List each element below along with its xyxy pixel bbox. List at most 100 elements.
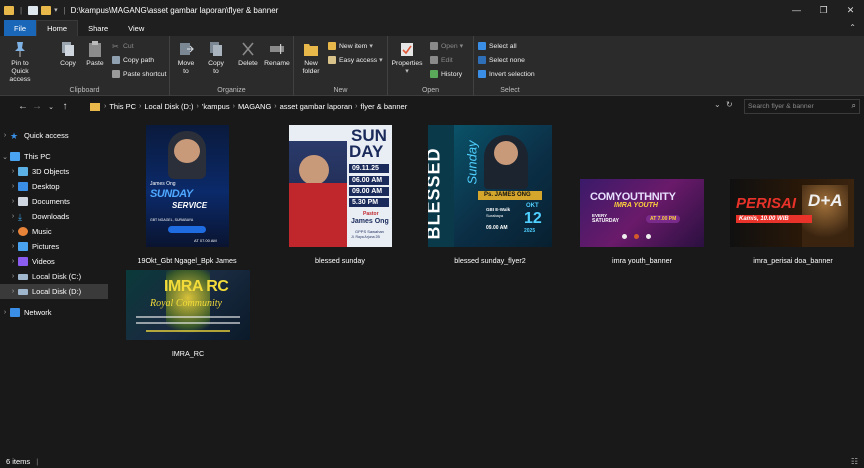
- nav-item-pictures[interactable]: › Pictures: [0, 239, 108, 254]
- forward-button[interactable]: →: [30, 101, 44, 112]
- nav-item-videos[interactable]: › Videos: [0, 254, 108, 269]
- breadcrumb-flyer-banner[interactable]: flyer & banner: [361, 102, 408, 111]
- search-placeholder: Search flyer & banner: [748, 103, 814, 110]
- easy-access-button[interactable]: Easy access ▾: [328, 56, 383, 64]
- thumbnail-19okt: James Ong SUNDAY SERVICE GBT NGAGEL, SUR…: [146, 125, 229, 247]
- close-button[interactable]: ✕: [837, 0, 864, 20]
- file-item[interactable]: IMRA RC Royal Community IMRA_RC: [110, 264, 260, 364]
- expand-chevron-icon[interactable]: ›: [8, 273, 18, 280]
- nav-item-desktop[interactable]: › Desktop: [0, 179, 108, 194]
- thumb-text-day: DAY: [349, 142, 384, 161]
- address-dropdown-icon[interactable]: ⌄: [714, 100, 721, 109]
- customize-toolbar-icon[interactable]: ▾: [54, 6, 58, 14]
- properties-button[interactable]: Properties ▾: [392, 40, 423, 76]
- collapse-ribbon-icon[interactable]: ⌃: [849, 23, 856, 32]
- paste-button[interactable]: Paste: [84, 40, 106, 68]
- nav-label: Pictures: [32, 242, 60, 251]
- nav-item-this-pc[interactable]: ⌄ This PC: [0, 149, 108, 164]
- select-all-button[interactable]: Select all: [478, 42, 517, 50]
- invert-selection-button[interactable]: Invert selection: [478, 70, 535, 78]
- new-item-button[interactable]: New item ▾: [328, 42, 373, 50]
- edit-button[interactable]: Edit: [430, 56, 453, 64]
- cut-button[interactable]: ✂ Cut: [112, 42, 134, 51]
- expand-chevron-icon[interactable]: ›: [0, 132, 10, 139]
- open-button[interactable]: Open ▾: [430, 42, 463, 50]
- move-to-button[interactable]: Move to: [176, 40, 196, 76]
- drive-icon: [18, 288, 28, 295]
- back-button[interactable]: ←: [16, 101, 30, 112]
- pin-to-quick-access-button[interactable]: Pin to Quick access: [6, 40, 34, 84]
- maximize-button[interactable]: ❐: [810, 0, 837, 20]
- new-folder-button[interactable]: New folder: [300, 40, 322, 76]
- nav-item-documents[interactable]: › Documents: [0, 194, 108, 209]
- breadcrumb-local-disk-d[interactable]: Local Disk (D:): [144, 102, 193, 111]
- expand-chevron-icon[interactable]: ›: [8, 288, 18, 295]
- nav-item-downloads[interactable]: › ⤓ Downloads: [0, 209, 108, 224]
- copy-to-label-2: to: [213, 68, 219, 75]
- file-item[interactable]: PERISAI D+A Kamis, 10.00 WIB imra_perisa…: [710, 118, 860, 268]
- breadcrumb-separator: ›: [232, 103, 235, 110]
- select-none-button[interactable]: Select none: [478, 56, 525, 64]
- search-field[interactable]: Search flyer & banner ⌕: [744, 99, 860, 114]
- ribbon: Pin to Quick access Copy Paste ✂ Cut Copy…: [0, 36, 864, 96]
- folder-icon: [90, 102, 100, 111]
- up-button[interactable]: ↑: [58, 101, 72, 112]
- expand-chevron-icon[interactable]: ›: [8, 183, 18, 190]
- file-item[interactable]: SUN DAY 09.11.25 06.00 AM 09.00 AM 5.30 …: [265, 118, 415, 268]
- tab-home[interactable]: Home: [36, 20, 79, 36]
- expand-chevron-icon[interactable]: ›: [8, 243, 18, 250]
- breadcrumb-this-pc[interactable]: This PC: [109, 102, 136, 111]
- file-item[interactable]: COMYOUTHNITY IMRA YOUTH EVERY SATURDAY A…: [562, 118, 712, 268]
- expand-chevron-icon[interactable]: ›: [8, 228, 18, 235]
- paste-shortcut-button[interactable]: Paste shortcut: [112, 70, 166, 78]
- new-folder-icon[interactable]: [41, 5, 52, 15]
- history-button[interactable]: History: [430, 70, 462, 78]
- refresh-icon[interactable]: ↻: [726, 100, 733, 109]
- minimize-button[interactable]: —: [783, 0, 810, 20]
- thumb-text-time: AT 7.00 PM: [650, 216, 677, 222]
- properties-icon[interactable]: [28, 5, 39, 15]
- tab-file[interactable]: File: [4, 20, 37, 36]
- copy-button[interactable]: Copy: [58, 40, 78, 68]
- file-item[interactable]: BLESSED Sunday Ps. JAMES ONG GBI E-Walk …: [410, 118, 560, 268]
- thumb-text-sunday: Sunday: [464, 140, 480, 185]
- thumb-text-sub: Kamis, 10.00 WIB: [739, 216, 789, 222]
- expand-chevron-icon[interactable]: ›: [8, 168, 18, 175]
- nav-label: Videos: [32, 257, 55, 266]
- thumb-text-time: AT 07.00 AM: [194, 238, 217, 243]
- nav-item-network[interactable]: › Network: [0, 305, 108, 320]
- breadcrumb-asset-gambar-laporan[interactable]: asset gambar laporan: [280, 102, 353, 111]
- copy-to-button[interactable]: Copy to: [206, 40, 226, 76]
- face-shape: [174, 139, 200, 163]
- expand-chevron-icon[interactable]: ›: [8, 198, 18, 205]
- expand-chevron-icon[interactable]: ›: [0, 309, 10, 316]
- expand-chevron-icon[interactable]: ›: [8, 258, 18, 265]
- nav-item-local-disk-d[interactable]: › Local Disk (D:): [0, 284, 108, 299]
- clipboard-group: Pin to Quick access Copy Paste ✂ Cut Copy…: [0, 36, 170, 96]
- properties-dropdown-icon: ▾: [405, 68, 409, 75]
- address-field[interactable]: › This PC › Local Disk (D:) › 'kampus › …: [90, 98, 737, 115]
- pin-label-2: access: [9, 76, 31, 83]
- rename-button[interactable]: Rename: [264, 40, 290, 68]
- open-label: Open: [441, 42, 458, 50]
- tab-view[interactable]: View: [118, 20, 154, 36]
- nav-item-local-disk-c[interactable]: › Local Disk (C:): [0, 269, 108, 284]
- nav-item-3d-objects[interactable]: › 3D Objects: [0, 164, 108, 179]
- details-view-icon[interactable]: ☷: [851, 457, 858, 466]
- delete-button[interactable]: Delete: [236, 40, 260, 68]
- breadcrumb-kampus[interactable]: 'kampus: [202, 102, 230, 111]
- file-item[interactable]: James Ong SUNDAY SERVICE GBT NGAGEL, SUR…: [110, 118, 260, 268]
- tab-share[interactable]: Share: [78, 20, 118, 36]
- nav-item-music[interactable]: › Music: [0, 224, 108, 239]
- nav-label: 3D Objects: [32, 167, 70, 176]
- recent-locations-button[interactable]: ⌄: [44, 103, 58, 111]
- delete-label: Delete: [238, 60, 258, 67]
- expand-chevron-icon[interactable]: ›: [8, 213, 18, 220]
- breadcrumb-magang[interactable]: MAGANG: [238, 102, 271, 111]
- thumb-text-address: Jl. Raya Arjuna 2B: [351, 235, 380, 239]
- collapse-chevron-icon[interactable]: ⌄: [0, 153, 10, 161]
- thumb-text-month: OKT: [526, 203, 539, 209]
- nav-item-quick-access[interactable]: › ★ Quick access: [0, 128, 108, 143]
- dot: [646, 234, 651, 239]
- copy-path-button[interactable]: Copy path: [112, 56, 154, 64]
